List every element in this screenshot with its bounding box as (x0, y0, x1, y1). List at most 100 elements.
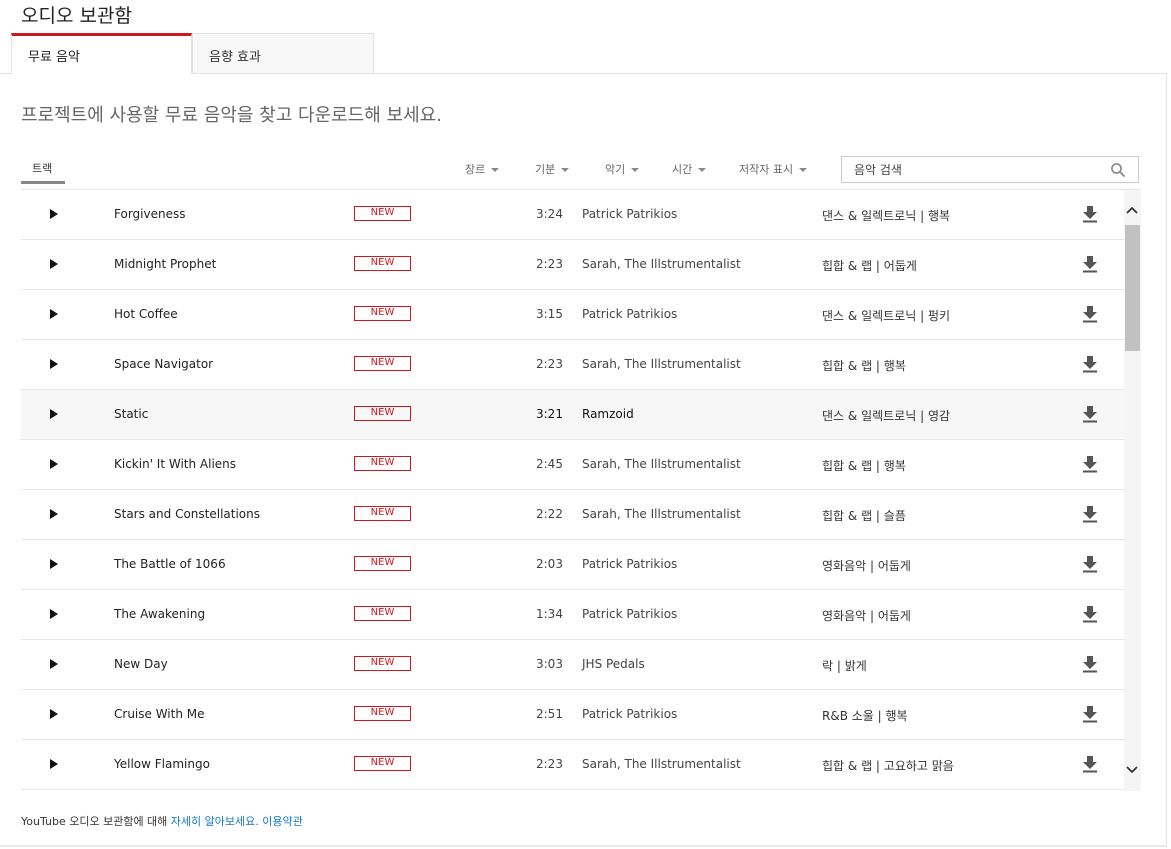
track-row[interactable]: Forgiveness NEW 3:24 Patrick Patrikios 댄스 & … (21, 190, 1124, 240)
track-artist: Patrick Patrikios (582, 557, 678, 571)
page-title: 오디오 보관함 (21, 5, 132, 27)
track-genre: 힙합 & 랩 | 행복 (822, 359, 906, 373)
download-icon[interactable] (1082, 305, 1098, 323)
track-row[interactable]: The Battle of 1066 NEW 2:03 Patrick Patriki… (21, 540, 1124, 590)
download-icon[interactable] (1082, 755, 1098, 773)
track-row[interactable]: Kickin' It With Aliens NEW 2:45 Sarah, The … (21, 440, 1124, 490)
track-duration: 2:03 (536, 557, 563, 571)
track-title: Midnight Prophet (114, 257, 217, 271)
track-row[interactable]: Hot Coffee NEW 3:15 Patrick Patrikios 댄스 & 일… (21, 290, 1124, 340)
duration-filter-label: 시간 (672, 163, 693, 176)
download-icon[interactable] (1082, 405, 1098, 423)
attribution-filter[interactable]: 저작자 표시 (739, 161, 808, 177)
new-badge: NEW (354, 506, 411, 521)
track-row[interactable]: Stars and Constellations NEW 2:22 Sarah, Th… (21, 490, 1124, 540)
play-icon[interactable] (50, 659, 58, 669)
track-artist: Sarah, The Illstrumentalist (582, 257, 741, 271)
learn-more-link[interactable]: 자세히 알아보세요. (171, 815, 259, 828)
track-title: Forgiveness (114, 207, 186, 221)
duration-filter[interactable]: 시간 (672, 161, 707, 177)
track-title: Space Navigator (114, 357, 214, 371)
footer-text: YouTube 오디오 보관함에 대해 (21, 815, 171, 828)
instrument-filter-label: 악기 (605, 163, 626, 176)
track-row[interactable]: Cruise With Me NEW 2:51 Patrick Patrikios R&… (21, 690, 1124, 740)
caret-down-icon (491, 168, 500, 172)
track-title: The Battle of 1066 (114, 557, 226, 571)
tab-free-music[interactable]: 무료 음악 (11, 33, 192, 74)
download-icon[interactable] (1082, 455, 1098, 473)
terms-link[interactable]: 이용약관 (262, 815, 302, 828)
play-icon[interactable] (50, 359, 58, 369)
download-icon[interactable] (1082, 555, 1098, 573)
track-row[interactable]: New Day NEW 3:03 JHS Pedals 락 | 밝게 (21, 640, 1124, 690)
scrollbar[interactable] (1124, 190, 1141, 791)
download-icon[interactable] (1082, 205, 1098, 223)
track-artist: Sarah, The Illstrumentalist (582, 757, 741, 771)
play-icon[interactable] (50, 709, 58, 719)
download-icon[interactable] (1082, 705, 1098, 723)
track-row[interactable]: Space Navigator NEW 2:23 Sarah, The Illstru… (21, 340, 1124, 390)
track-genre: 락 | 밝게 (822, 659, 867, 673)
panel-bottom-border (0, 845, 1167, 847)
track-row[interactable]: Yellow Flamingo NEW 2:23 Sarah, The Illstru… (21, 740, 1124, 790)
track-duration: 2:45 (536, 457, 563, 471)
track-row[interactable]: Midnight Prophet NEW 2:23 Sarah, The Illstr… (21, 240, 1124, 290)
track-duration: 3:15 (536, 307, 563, 321)
search-icon[interactable] (1110, 162, 1126, 178)
track-artist: JHS Pedals (582, 657, 645, 671)
track-artist: Patrick Patrikios (582, 207, 678, 221)
filter-bar: 트랙 장르 기분 악기 시간 저작자 표시 (21, 153, 1141, 187)
new-badge: NEW (354, 406, 411, 421)
search-box (841, 156, 1139, 183)
play-icon[interactable] (50, 409, 58, 419)
track-duration: 3:03 (536, 657, 563, 671)
search-input[interactable] (852, 162, 1106, 178)
genre-filter-label: 장르 (465, 163, 486, 176)
new-badge: NEW (354, 756, 411, 771)
download-icon[interactable] (1082, 655, 1098, 673)
new-badge: NEW (354, 606, 411, 621)
track-row[interactable]: Static NEW 3:21 Ramzoid 댄스 & 일렉트로닉 | 영감 (21, 390, 1124, 440)
play-icon[interactable] (50, 259, 58, 269)
play-icon[interactable] (50, 559, 58, 569)
play-icon[interactable] (50, 509, 58, 519)
track-duration: 3:21 (536, 407, 563, 421)
new-badge: NEW (354, 206, 411, 221)
track-artist: Sarah, The Illstrumentalist (582, 357, 741, 371)
chevron-down-icon[interactable] (1125, 762, 1139, 776)
tab-sound-effects[interactable]: 음향 효과 (192, 33, 374, 73)
play-icon[interactable] (50, 209, 58, 219)
track-genre: R&B 소울 | 행복 (822, 709, 908, 723)
track-title: The Awakening (114, 607, 206, 621)
download-icon[interactable] (1082, 605, 1098, 623)
track-duration: 3:24 (536, 207, 563, 221)
play-icon[interactable] (50, 759, 58, 769)
track-duration: 2:23 (536, 257, 563, 271)
instrument-filter[interactable]: 악기 (605, 161, 640, 177)
tracks-tab[interactable]: 트랙 (21, 153, 65, 184)
track-row[interactable]: The Awakening NEW 1:34 Patrick Patrikios 영화음… (21, 590, 1124, 640)
track-duration: 1:34 (536, 607, 563, 621)
track-list: Forgiveness NEW 3:24 Patrick Patrikios 댄스 & … (21, 189, 1141, 791)
genre-filter[interactable]: 장르 (465, 161, 500, 177)
play-icon[interactable] (50, 309, 58, 319)
download-icon[interactable] (1082, 255, 1098, 273)
download-icon[interactable] (1082, 355, 1098, 373)
download-icon[interactable] (1082, 505, 1098, 523)
track-genre: 힙합 & 랩 | 행복 (822, 459, 906, 473)
chevron-up-icon[interactable] (1125, 204, 1139, 218)
new-badge: NEW (354, 556, 411, 571)
track-title: Hot Coffee (114, 307, 178, 321)
play-icon[interactable] (50, 459, 58, 469)
play-icon[interactable] (50, 609, 58, 619)
new-badge: NEW (354, 306, 411, 321)
track-duration: 2:23 (536, 757, 563, 771)
track-duration: 2:22 (536, 507, 563, 521)
track-artist: Patrick Patrikios (582, 707, 678, 721)
scrollbar-thumb[interactable] (1125, 225, 1140, 351)
caret-down-icon (799, 168, 808, 172)
footer: YouTube 오디오 보관함에 대해 자세히 알아보세요. 이용약관 (21, 813, 303, 829)
track-title: Yellow Flamingo (114, 757, 210, 771)
new-badge: NEW (354, 706, 411, 721)
mood-filter[interactable]: 기분 (535, 161, 570, 177)
